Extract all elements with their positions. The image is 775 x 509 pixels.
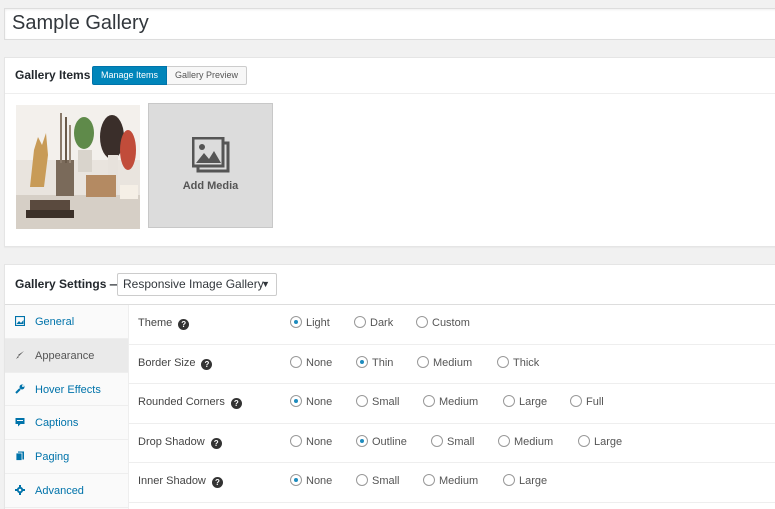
gallery-template-value: Responsive Image Gallery <box>123 277 264 291</box>
radio-button[interactable] <box>423 474 435 486</box>
radio-option[interactable]: Light <box>290 316 330 329</box>
setting-row-inner-shadow: Inner Shadow? None Small Medium Large <box>129 463 775 503</box>
radio-button[interactable] <box>423 395 435 407</box>
gallery-template-select[interactable]: Responsive Image Gallery ▼ <box>117 273 277 296</box>
gear-icon <box>15 484 25 495</box>
manage-items-button[interactable]: Manage Items <box>92 66 168 85</box>
radio-option[interactable]: None <box>290 474 332 487</box>
image-icon <box>15 316 25 326</box>
gallery-items-header: Gallery Items Manage Items Gallery Previ… <box>5 58 775 94</box>
add-media-label: Add Media <box>182 180 239 192</box>
radio-option[interactable]: Medium <box>423 395 478 408</box>
radio-button[interactable] <box>570 395 582 407</box>
tab-appearance-label: Appearance <box>35 349 95 362</box>
radio-option[interactable]: Medium <box>423 474 478 487</box>
radio-button[interactable] <box>356 395 368 407</box>
setting-row-drop-shadow: Drop Shadow? None Outline Small Medium L… <box>129 424 775 463</box>
setting-label: Rounded Corners? <box>138 396 242 409</box>
radio-button[interactable] <box>416 316 428 328</box>
radio-option[interactable]: Small <box>356 474 400 487</box>
items-tab-group: Manage Items Gallery Preview <box>92 66 248 85</box>
gallery-settings-header: Gallery Settings — Responsive Image Gall… <box>5 265 775 305</box>
radio-option[interactable]: Large <box>503 395 547 408</box>
radio-option[interactable]: None <box>290 355 332 369</box>
radio-option[interactable]: Custom <box>416 316 470 329</box>
setting-row-border-size: Border Size? None Thin Medium Thick <box>129 345 775 384</box>
radio-button[interactable] <box>497 355 509 368</box>
radio-button[interactable] <box>431 434 443 447</box>
radio-button[interactable] <box>290 316 302 328</box>
tab-advanced-label: Advanced <box>35 484 84 497</box>
tab-hover-effects[interactable]: Hover Effects <box>5 373 128 407</box>
radio-option[interactable]: Small <box>356 395 400 408</box>
comment-icon <box>15 418 25 427</box>
tab-hover-effects-label: Hover Effects <box>35 383 101 396</box>
setting-label: Inner Shadow? <box>138 475 223 488</box>
radio-button[interactable] <box>356 434 368 447</box>
tab-paging-label: Paging <box>35 451 70 464</box>
tab-captions-label: Captions <box>35 417 79 430</box>
setting-label: Theme? <box>138 317 190 330</box>
brush-icon <box>16 350 24 359</box>
radio-button[interactable] <box>290 355 302 368</box>
tab-appearance[interactable]: Appearance <box>5 338 128 373</box>
radio-option[interactable]: Thin <box>356 355 393 369</box>
radio-option[interactable]: Large <box>578 434 622 448</box>
help-icon[interactable]: ? <box>230 398 242 409</box>
radio-option[interactable]: Medium <box>417 355 472 369</box>
radio-button[interactable] <box>290 474 302 486</box>
radio-button[interactable] <box>498 434 510 447</box>
tab-general-label: General <box>35 316 75 328</box>
radio-button[interactable] <box>503 395 515 407</box>
radio-option[interactable]: Small <box>431 434 475 448</box>
gallery-settings-panel: Gallery Settings — Responsive Image Gall… <box>4 264 775 509</box>
pages-icon <box>15 451 24 462</box>
radio-option[interactable]: Full <box>570 395 604 408</box>
gallery-title-text: Sample Gallery <box>12 12 149 34</box>
setting-row-rounded-corners: Rounded Corners? None Small Medium Large… <box>129 384 775 424</box>
radio-option[interactable]: Dark <box>354 316 393 329</box>
radio-button[interactable] <box>356 355 368 368</box>
help-icon[interactable]: ? <box>178 319 190 330</box>
add-media-button[interactable]: Add Media <box>148 103 273 228</box>
help-icon[interactable]: ? <box>211 477 223 488</box>
radio-button[interactable] <box>356 474 368 486</box>
gallery-items-heading: Gallery Items <box>15 68 91 82</box>
gallery-icon <box>191 136 230 178</box>
radio-button[interactable] <box>417 355 429 368</box>
gallery-items-panel: Gallery Items Manage Items Gallery Previ… <box>4 57 775 247</box>
radio-button[interactable] <box>354 316 366 328</box>
radio-option[interactable]: Medium <box>498 434 553 448</box>
tab-general[interactable]: General <box>5 305 128 339</box>
gallery-preview-button[interactable]: Gallery Preview <box>167 66 248 85</box>
help-icon[interactable]: ? <box>210 437 222 449</box>
chevron-down-icon: ▼ <box>261 279 270 289</box>
radio-button[interactable] <box>290 434 302 447</box>
radio-button[interactable] <box>578 434 590 447</box>
help-icon[interactable]: ? <box>201 358 213 370</box>
radio-option[interactable]: Thick <box>497 355 539 369</box>
radio-option[interactable]: None <box>290 434 332 448</box>
gallery-item-thumbnail[interactable] <box>16 105 140 229</box>
gallery-settings-heading: Gallery Settings — <box>15 277 122 291</box>
setting-label: Border Size? <box>138 357 213 370</box>
radio-option[interactable]: None <box>290 395 332 408</box>
radio-option[interactable]: Outline <box>356 434 407 448</box>
setting-label: Drop Shadow? <box>138 436 222 449</box>
tab-paging[interactable]: Paging <box>5 440 128 474</box>
radio-option[interactable]: Large <box>503 474 547 487</box>
appearance-settings: Theme? Light Dark Custom Border Size? No… <box>129 305 775 503</box>
tab-advanced[interactable]: Advanced <box>5 474 128 508</box>
gallery-title-input[interactable]: Sample Gallery <box>4 8 775 40</box>
radio-button[interactable] <box>290 395 302 407</box>
wrench-icon <box>15 384 25 394</box>
radio-button[interactable] <box>503 474 515 486</box>
setting-row-theme: Theme? Light Dark Custom <box>129 305 775 345</box>
tab-captions[interactable]: Captions <box>5 406 128 441</box>
settings-nav: General Appearance Hover Effects Caption… <box>5 305 129 509</box>
